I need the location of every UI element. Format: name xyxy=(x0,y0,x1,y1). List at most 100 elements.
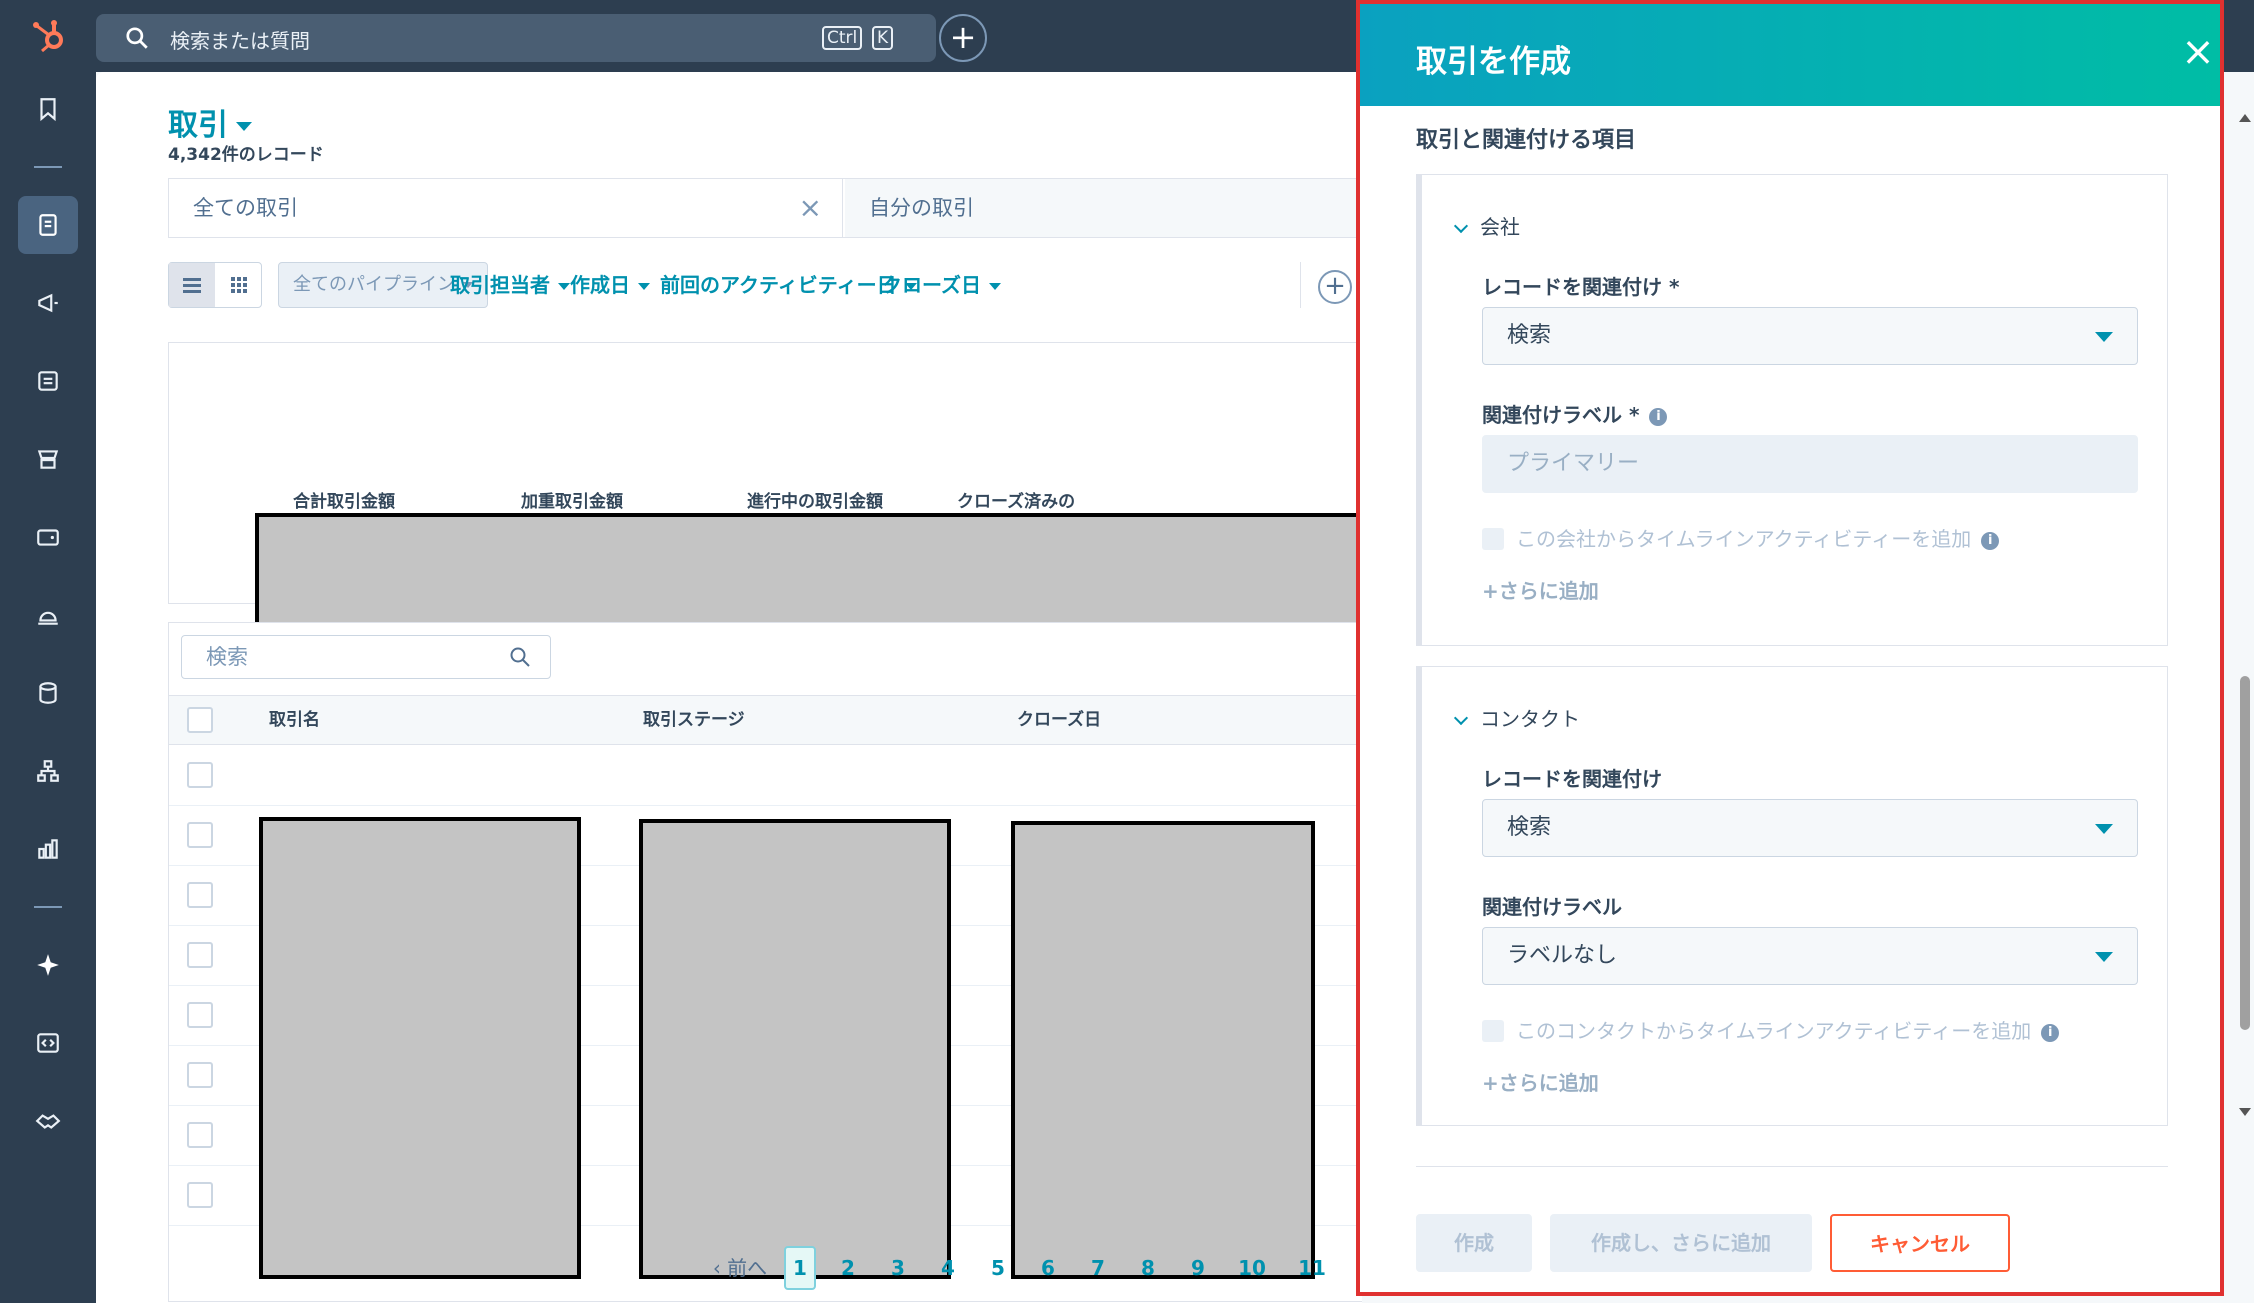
scroll-down-arrow-icon[interactable] xyxy=(2239,1108,2251,1116)
partner-handshake-icon[interactable] xyxy=(18,1092,78,1150)
page-8[interactable]: 8 xyxy=(1132,1246,1164,1290)
table-row[interactable] xyxy=(169,746,1362,806)
company-assoc-label: 関連付けラベル * i xyxy=(1482,399,1668,428)
panel-footer-divider xyxy=(1416,1166,2168,1167)
chevron-left-icon: ‹ xyxy=(712,1256,728,1280)
row-checkbox[interactable] xyxy=(187,942,213,968)
deal-summary-card: 合計取引金額 加重取引金額 進行中の取引金額 クローズ済みの xyxy=(168,342,1362,651)
contact-timeline-checkbox[interactable]: このコンタクトからタイムラインアクティビティーを追加 i xyxy=(1482,1015,2060,1044)
page-5[interactable]: 5 xyxy=(982,1246,1014,1290)
bookmark-icon[interactable] xyxy=(18,80,78,138)
deals-table: 取引名 取引ステージ クローズ日 xyxy=(168,622,1362,1302)
page-3[interactable]: 3 xyxy=(882,1246,914,1290)
page-2[interactable]: 2 xyxy=(832,1246,864,1290)
reports-icon[interactable] xyxy=(18,820,78,878)
filter-last-activity-date[interactable]: 前回のアクティビティー日 xyxy=(660,262,917,308)
filter-deal-owner[interactable]: 取引担当者 xyxy=(450,262,570,308)
panel-scrollbar[interactable] xyxy=(2236,100,2254,1130)
database-icon[interactable] xyxy=(18,664,78,722)
dev-code-icon[interactable] xyxy=(18,1014,78,1072)
page-1[interactable]: 1 xyxy=(784,1246,816,1290)
tab-my-deals[interactable]: 自分の取引 xyxy=(845,179,1362,237)
contacts-icon[interactable] xyxy=(18,196,78,254)
wallet-icon[interactable] xyxy=(18,508,78,566)
column-deal-name[interactable]: 取引名 xyxy=(269,696,320,744)
add-filter-button[interactable]: + xyxy=(1318,270,1352,304)
column-deal-stage[interactable]: 取引ステージ xyxy=(643,696,745,744)
page-10[interactable]: 10 xyxy=(1230,1246,1274,1290)
row-checkbox[interactable] xyxy=(187,1002,213,1028)
page-title[interactable]: 取引 xyxy=(168,100,252,144)
chevron-down-icon xyxy=(1453,218,1469,234)
caret-down-icon xyxy=(2095,952,2113,962)
association-section-title: 取引と関連付ける項目 xyxy=(1416,128,1637,153)
company-timeline-checkbox[interactable]: この会社からタイムラインアクティビティーを追加 i xyxy=(1482,523,2000,552)
panel-header: 取引を作成 × xyxy=(1360,4,2220,106)
contact-record-select[interactable]: 検索 xyxy=(1482,799,2138,857)
info-icon[interactable]: i xyxy=(1981,532,2000,550)
create-button[interactable]: 作成 xyxy=(1416,1214,1532,1272)
page-7[interactable]: 7 xyxy=(1082,1246,1114,1290)
grid-icon xyxy=(231,277,247,293)
row-checkbox[interactable] xyxy=(187,1122,213,1148)
row-checkbox[interactable] xyxy=(187,762,213,788)
page-6[interactable]: 6 xyxy=(1032,1246,1064,1290)
caret-down-icon xyxy=(638,283,650,290)
summary-label-total: 合計取引金額 xyxy=(293,492,395,512)
scroll-up-arrow-icon[interactable] xyxy=(2239,114,2251,122)
contact-add-more-link[interactable]: +さらに追加 xyxy=(1482,1067,1599,1096)
chevron-down-icon xyxy=(1453,710,1469,726)
close-icon[interactable]: × xyxy=(2176,30,2220,74)
row-checkbox[interactable] xyxy=(187,1182,213,1208)
table-search-input[interactable] xyxy=(182,636,502,678)
commerce-icon[interactable] xyxy=(18,430,78,488)
info-icon[interactable]: i xyxy=(1649,408,1668,426)
close-icon[interactable]: × xyxy=(799,179,822,237)
redacted-close-dates xyxy=(1011,821,1315,1279)
select-all-checkbox[interactable] xyxy=(187,707,213,733)
company-section-toggle[interactable]: 会社 xyxy=(1453,211,1520,240)
page-11[interactable]: 11 xyxy=(1290,1246,1334,1290)
left-nav-rail xyxy=(0,0,96,1303)
create-deal-panel: 取引を作成 × 取引と関連付ける項目 会社 レコードを関連付け * 検索 関連付… xyxy=(1356,0,2224,1296)
checkbox[interactable] xyxy=(1482,1020,1504,1042)
page-9[interactable]: 9 xyxy=(1182,1246,1214,1290)
create-new-button[interactable]: + xyxy=(939,14,987,62)
toolbar-divider xyxy=(1300,262,1301,308)
filter-toolbar: 全てのパイプライン 取引担当者 作成日 前回のアクティビティー日 クローズ日 + xyxy=(168,262,1362,310)
service-bell-icon[interactable] xyxy=(18,586,78,644)
column-close-date[interactable]: クローズ日 xyxy=(1017,696,1101,744)
scroll-thumb[interactable] xyxy=(2240,676,2250,1030)
tab-all-deals[interactable]: 全ての取引 × xyxy=(169,179,843,237)
company-add-more-link[interactable]: +さらに追加 xyxy=(1482,575,1599,604)
caret-down-icon xyxy=(558,283,570,290)
list-view-button[interactable] xyxy=(169,263,215,307)
checkbox[interactable] xyxy=(1482,528,1504,550)
hubspot-logo-icon[interactable] xyxy=(28,16,68,56)
row-checkbox[interactable] xyxy=(187,822,213,848)
filter-close-date[interactable]: クローズ日 xyxy=(882,262,1001,308)
search-icon[interactable] xyxy=(508,645,532,669)
megaphone-icon[interactable] xyxy=(18,274,78,332)
filter-create-date[interactable]: 作成日 xyxy=(570,262,650,308)
content-icon[interactable] xyxy=(18,352,78,410)
contact-section-toggle[interactable]: コンタクト xyxy=(1453,703,1580,732)
row-checkbox[interactable] xyxy=(187,1062,213,1088)
pagination-prev[interactable]: ‹ 前へ xyxy=(700,1246,780,1290)
page-4[interactable]: 4 xyxy=(932,1246,964,1290)
record-count: 4,342件のレコード xyxy=(168,145,324,165)
cancel-button[interactable]: キャンセル xyxy=(1830,1214,2010,1272)
ai-sparkle-icon[interactable] xyxy=(18,936,78,994)
automation-icon[interactable] xyxy=(18,742,78,800)
redacted-deal-names xyxy=(259,817,581,1279)
create-and-add-button[interactable]: 作成し、さらに追加 xyxy=(1550,1214,1812,1272)
summary-label-open: 進行中の取引金額 xyxy=(747,492,883,512)
row-checkbox[interactable] xyxy=(187,882,213,908)
company-record-select[interactable]: 検索 xyxy=(1482,307,2138,365)
contact-assoc-select[interactable]: ラベルなし xyxy=(1482,927,2138,985)
board-view-button[interactable] xyxy=(216,263,262,307)
info-icon[interactable]: i xyxy=(2041,1024,2060,1042)
caret-down-icon xyxy=(989,283,1001,290)
global-search-bar[interactable]: 検索または質問 Ctrl K xyxy=(96,14,936,62)
list-icon xyxy=(183,278,201,293)
